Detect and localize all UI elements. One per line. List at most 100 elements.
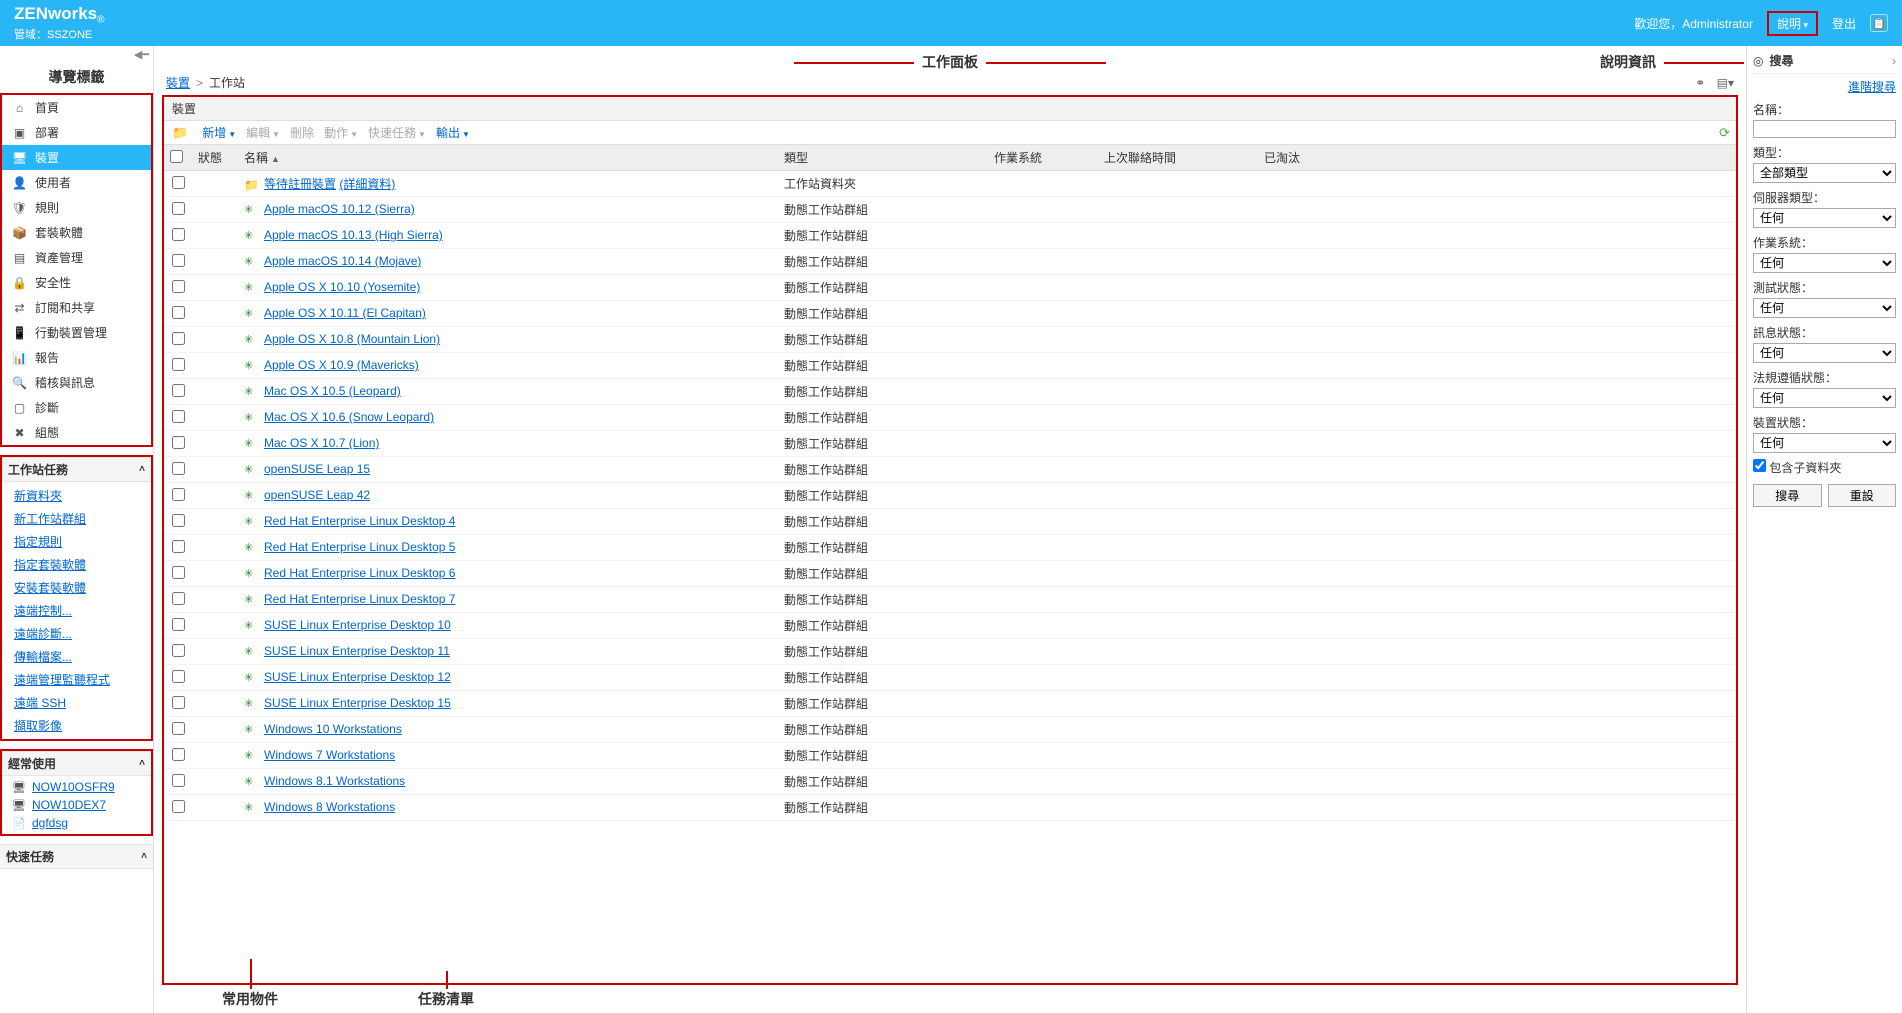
refresh-icon[interactable]: ⟳	[1719, 125, 1730, 141]
row-checkbox[interactable]	[172, 800, 185, 813]
row-checkbox[interactable]	[172, 384, 185, 397]
row-name-link[interactable]: SUSE Linux Enterprise Desktop 11	[264, 644, 450, 658]
collapse-sidebar-icon[interactable]: ◀━	[0, 48, 153, 61]
row-name-link[interactable]: 等待註冊裝置	[264, 177, 336, 191]
row-checkbox[interactable]	[172, 254, 185, 267]
select-all-checkbox[interactable]	[170, 150, 183, 163]
row-name-link[interactable]: Red Hat Enterprise Linux Desktop 5	[264, 540, 455, 554]
row-checkbox[interactable]	[172, 618, 185, 631]
nav-item-裝置[interactable]: 🖥裝置	[2, 145, 151, 170]
row-checkbox[interactable]	[172, 462, 185, 475]
search-test-status-select[interactable]: 任何	[1753, 298, 1896, 318]
task-item[interactable]: 遠端 SSH	[2, 691, 151, 714]
row-name-link[interactable]: Apple macOS 10.12 (Sierra)	[264, 202, 415, 216]
nav-item-規則[interactable]: 🛡規則	[2, 195, 151, 220]
row-checkbox[interactable]	[172, 176, 185, 189]
row-detail-link[interactable]: (詳細資料)	[339, 177, 395, 191]
search-server-type-select[interactable]: 任何	[1753, 208, 1896, 228]
clipboard-icon[interactable]: 📋	[1870, 14, 1888, 32]
row-name-link[interactable]: Windows 10 Workstations	[264, 722, 402, 736]
include-sub-checkbox[interactable]	[1753, 459, 1766, 472]
row-name-link[interactable]: Windows 7 Workstations	[264, 748, 395, 762]
search-os-select[interactable]: 任何	[1753, 253, 1896, 273]
task-item[interactable]: 遠端管理監聽程式	[2, 668, 151, 691]
row-name-link[interactable]: Red Hat Enterprise Linux Desktop 6	[264, 566, 455, 580]
freq-item[interactable]: 🖥NOW10OSFR9	[2, 778, 151, 796]
row-name-link[interactable]: Mac OS X 10.6 (Snow Leopard)	[264, 410, 434, 424]
row-name-link[interactable]: SUSE Linux Enterprise Desktop 15	[264, 696, 451, 710]
row-name-link[interactable]: Apple OS X 10.8 (Mountain Lion)	[264, 332, 440, 346]
row-checkbox[interactable]	[172, 774, 185, 787]
advanced-search-link[interactable]: 進階搜尋	[1848, 80, 1896, 94]
row-name-link[interactable]: Windows 8.1 Workstations	[264, 774, 405, 788]
row-name-link[interactable]: Apple macOS 10.13 (High Sierra)	[264, 228, 443, 242]
nav-item-使用者[interactable]: 👤使用者	[2, 170, 151, 195]
task-item[interactable]: 安裝套裝軟體	[2, 576, 151, 599]
task-item[interactable]: 遠端診斷...	[2, 622, 151, 645]
row-name-link[interactable]: SUSE Linux Enterprise Desktop 12	[264, 670, 451, 684]
row-checkbox[interactable]	[172, 410, 185, 423]
row-checkbox[interactable]	[172, 592, 185, 605]
row-checkbox[interactable]	[172, 488, 185, 501]
row-name-link[interactable]: Red Hat Enterprise Linux Desktop 4	[264, 514, 455, 528]
tb-edit[interactable]: 編輯▼	[246, 124, 280, 141]
row-name-link[interactable]: Apple OS X 10.9 (Mavericks)	[264, 358, 419, 372]
search-msg-status-select[interactable]: 任何	[1753, 343, 1896, 363]
folder-up-icon[interactable]: 📁	[172, 125, 188, 141]
tb-action[interactable]: 動作▼	[324, 124, 358, 141]
row-name-link[interactable]: Apple macOS 10.14 (Mojave)	[264, 254, 421, 268]
search-name-input[interactable]	[1753, 120, 1896, 138]
view-menu-icon[interactable]: ▤▾	[1717, 76, 1734, 90]
include-sub-checkbox-label[interactable]: 包含子資料夾	[1753, 461, 1841, 475]
tb-quick[interactable]: 快速任務▼	[368, 124, 426, 141]
row-checkbox[interactable]	[172, 358, 185, 371]
row-name-link[interactable]: Red Hat Enterprise Linux Desktop 7	[264, 592, 455, 606]
col-retired[interactable]: 已淘汰	[1258, 145, 1736, 171]
caret-up-icon[interactable]: ˄	[139, 464, 145, 475]
user-link[interactable]: Administrator	[1682, 17, 1753, 31]
nav-item-行動裝置管理[interactable]: 📱行動裝置管理	[2, 320, 151, 345]
task-item[interactable]: 指定規則	[2, 530, 151, 553]
caret-up-icon[interactable]: ˄	[141, 851, 147, 862]
row-checkbox[interactable]	[172, 670, 185, 683]
logout-link[interactable]: 登出	[1832, 15, 1856, 32]
row-checkbox[interactable]	[172, 280, 185, 293]
row-checkbox[interactable]	[172, 436, 185, 449]
nav-item-首頁[interactable]: ⌂首頁	[2, 95, 151, 120]
row-name-link[interactable]: openSUSE Leap 42	[264, 488, 370, 502]
task-item[interactable]: 新工作站群組	[2, 507, 151, 530]
task-item[interactable]: 指定套裝軟體	[2, 553, 151, 576]
nav-item-部署[interactable]: ▣部署	[2, 120, 151, 145]
task-item[interactable]: 遠端控制...	[2, 599, 151, 622]
row-checkbox[interactable]	[172, 722, 185, 735]
view-link-icon[interactable]: ⚭	[1695, 76, 1705, 90]
row-checkbox[interactable]	[172, 514, 185, 527]
tb-export[interactable]: 輸出▼	[436, 124, 470, 141]
row-name-link[interactable]: Apple OS X 10.10 (Yosemite)	[264, 280, 420, 294]
row-checkbox[interactable]	[172, 306, 185, 319]
search-compliance-select[interactable]: 任何	[1753, 388, 1896, 408]
nav-item-組態[interactable]: ✖組態	[2, 420, 151, 445]
tb-delete[interactable]: 刪除	[290, 124, 314, 141]
row-name-link[interactable]: SUSE Linux Enterprise Desktop 10	[264, 618, 451, 632]
nav-item-報告[interactable]: 📊報告	[2, 345, 151, 370]
col-type[interactable]: 類型	[778, 145, 988, 171]
row-checkbox[interactable]	[172, 644, 185, 657]
tb-new[interactable]: 新增▼	[202, 124, 236, 141]
nav-item-稽核與訊息[interactable]: 🔍稽核與訊息	[2, 370, 151, 395]
row-name-link[interactable]: Apple OS X 10.11 (El Capitan)	[264, 306, 426, 320]
nav-item-訂閱和共享[interactable]: ⇄訂閱和共享	[2, 295, 151, 320]
row-checkbox[interactable]	[172, 748, 185, 761]
col-last[interactable]: 上次聯絡時間	[1098, 145, 1258, 171]
search-type-select[interactable]: 全部類型	[1753, 163, 1896, 183]
task-item[interactable]: 傳輸檔案...	[2, 645, 151, 668]
row-checkbox[interactable]	[172, 228, 185, 241]
col-name[interactable]: 名稱▲	[238, 145, 778, 171]
help-dropdown[interactable]: 說明	[1767, 11, 1818, 36]
row-checkbox[interactable]	[172, 540, 185, 553]
freq-item[interactable]: 🖥NOW10DEX7	[2, 796, 151, 814]
row-name-link[interactable]: Mac OS X 10.5 (Leopard)	[264, 384, 401, 398]
nav-item-資產管理[interactable]: ▤資產管理	[2, 245, 151, 270]
row-checkbox[interactable]	[172, 566, 185, 579]
collapse-search-icon[interactable]: ›	[1892, 54, 1896, 68]
